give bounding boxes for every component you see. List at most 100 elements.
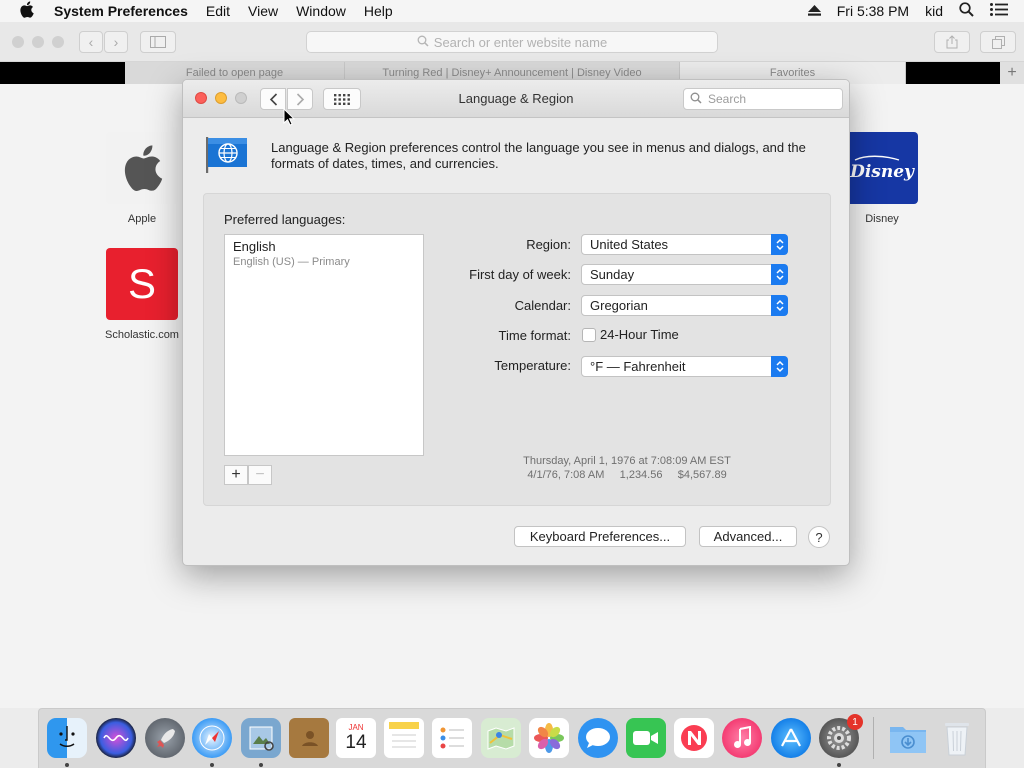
first-day-label: First day of week: xyxy=(469,267,571,282)
add-language-button[interactable]: + xyxy=(224,465,248,485)
menu-window[interactable]: Window xyxy=(296,3,346,19)
favorite-label: Disney xyxy=(865,213,899,225)
first-day-popup[interactable]: Sunday xyxy=(581,264,788,285)
safari-zoom-button[interactable] xyxy=(52,36,64,48)
notes-icon[interactable] xyxy=(384,718,424,758)
settings-panel: Preferred languages: English English (US… xyxy=(203,193,831,506)
siri-icon[interactable] xyxy=(96,718,136,758)
preferred-languages-list[interactable]: English English (US) — Primary xyxy=(224,234,424,456)
temperature-label: Temperature: xyxy=(494,358,571,373)
grid-icon xyxy=(334,93,350,105)
preview-icon[interactable] xyxy=(241,718,281,758)
calendar-icon[interactable]: JAN 14 xyxy=(336,718,376,758)
launchpad-icon[interactable] xyxy=(145,718,185,758)
calendar-label: Calendar: xyxy=(514,298,571,313)
dock-separator xyxy=(873,717,874,759)
24-hour-time-checkbox[interactable] xyxy=(582,328,596,342)
preferences-search-field[interactable]: Search xyxy=(683,88,843,110)
notification-badge: 1 xyxy=(847,714,863,730)
safari-close-button[interactable] xyxy=(12,36,24,48)
search-icon xyxy=(690,92,702,107)
trash-icon[interactable] xyxy=(937,718,977,758)
preferred-languages-label: Preferred languages: xyxy=(224,212,346,227)
safari-icon[interactable] xyxy=(192,718,232,758)
region-label: Region: xyxy=(526,237,571,252)
news-icon[interactable] xyxy=(674,718,714,758)
menu-edit[interactable]: Edit xyxy=(206,3,230,19)
running-indicator xyxy=(210,763,214,767)
favorite-label: Apple xyxy=(127,213,157,225)
downloads-folder-icon[interactable] xyxy=(888,718,928,758)
close-button[interactable] xyxy=(195,92,207,104)
time-format-label: Time format: xyxy=(498,328,571,343)
photos-icon[interactable] xyxy=(529,718,569,758)
advanced-button[interactable]: Advanced... xyxy=(699,526,797,547)
new-tab-button[interactable]: + xyxy=(1000,62,1024,84)
dock: JAN 14 1 xyxy=(38,708,986,768)
menu-bar: System Preferences Edit View Window Help… xyxy=(0,0,1024,22)
apple-menu-icon[interactable] xyxy=(19,1,39,21)
minimize-button[interactable] xyxy=(215,92,227,104)
chevron-left-icon xyxy=(269,92,277,106)
running-indicator xyxy=(837,763,841,767)
safari-forward-button[interactable]: › xyxy=(104,31,128,53)
favorite-scholastic[interactable]: S Scholastic.com xyxy=(97,248,187,341)
calendar-popup[interactable]: Gregorian xyxy=(581,295,788,316)
language-flag-icon xyxy=(205,135,249,173)
menu-view[interactable]: View xyxy=(248,3,278,19)
app-menu-system-preferences[interactable]: System Preferences xyxy=(54,3,188,19)
language-region-window: Language & Region Search Language & Regi… xyxy=(182,79,850,566)
temperature-popup[interactable]: °F — Fahrenheit xyxy=(581,356,788,377)
safari-toolbar: ‹ › Search or enter website name xyxy=(0,22,1024,62)
intro-text: Language & Region preferences control th… xyxy=(271,140,806,171)
first-day-value: Sunday xyxy=(590,267,635,282)
calendar-day: 14 xyxy=(345,732,367,753)
menubar-clock[interactable]: Fri 5:38 PM xyxy=(837,3,909,19)
temperature-value: °F — Fahrenheit xyxy=(590,359,686,374)
favorite-label: Scholastic.com xyxy=(105,329,179,341)
reminders-icon[interactable] xyxy=(432,718,472,758)
finder-icon[interactable] xyxy=(47,718,87,758)
running-indicator xyxy=(259,763,263,767)
safari-minimize-button[interactable] xyxy=(32,36,44,48)
safari-back-button[interactable]: ‹ xyxy=(79,31,103,53)
region-value: United States xyxy=(590,237,669,252)
help-button[interactable]: ? xyxy=(808,526,830,548)
tab-overview-icon[interactable] xyxy=(980,31,1016,53)
region-popup[interactable]: United States xyxy=(581,234,788,255)
menubar-user[interactable]: kid xyxy=(925,3,943,19)
maps-icon[interactable] xyxy=(481,718,521,758)
popup-arrows-icon xyxy=(771,234,788,255)
zoom-button[interactable] xyxy=(235,92,247,104)
app-store-icon[interactable] xyxy=(771,718,811,758)
messages-icon[interactable] xyxy=(578,718,618,758)
facetime-icon[interactable] xyxy=(626,718,666,758)
popup-arrows-icon xyxy=(771,295,788,316)
scholastic-icon: S xyxy=(106,248,178,320)
menu-help[interactable]: Help xyxy=(364,3,393,19)
sample-formats-short: 4/1/76, 7:08 AM 1,234.56 $4,567.89 xyxy=(527,469,727,481)
remove-language-button[interactable]: − xyxy=(248,465,272,485)
eject-icon[interactable] xyxy=(807,3,821,19)
show-all-button[interactable] xyxy=(323,88,361,110)
running-indicator xyxy=(65,763,69,767)
favorite-disney[interactable]: Disney Disney xyxy=(837,132,927,225)
language-detail: English (US) — Primary xyxy=(233,256,350,268)
contacts-icon[interactable] xyxy=(289,718,329,758)
apple-icon xyxy=(106,132,178,204)
keyboard-preferences-button[interactable]: Keyboard Preferences... xyxy=(514,526,686,547)
notification-center-icon[interactable] xyxy=(990,3,1008,19)
sample-date-long: Thursday, April 1, 1976 at 7:08:09 AM ES… xyxy=(523,455,731,467)
share-icon[interactable] xyxy=(934,31,970,53)
language-name: English xyxy=(233,239,276,254)
music-icon[interactable] xyxy=(722,718,762,758)
sidebar-toggle-icon[interactable] xyxy=(140,31,176,53)
safari-address-bar[interactable]: Search or enter website name xyxy=(306,31,718,53)
spotlight-search-icon[interactable] xyxy=(959,2,974,20)
forward-button[interactable] xyxy=(287,88,313,110)
favorite-apple[interactable]: Apple xyxy=(97,132,187,225)
calendar-value: Gregorian xyxy=(590,298,648,313)
disney-logo: Disney xyxy=(846,132,918,204)
24-hour-time-label[interactable]: 24-Hour Time xyxy=(600,327,679,342)
back-button[interactable] xyxy=(260,88,286,110)
